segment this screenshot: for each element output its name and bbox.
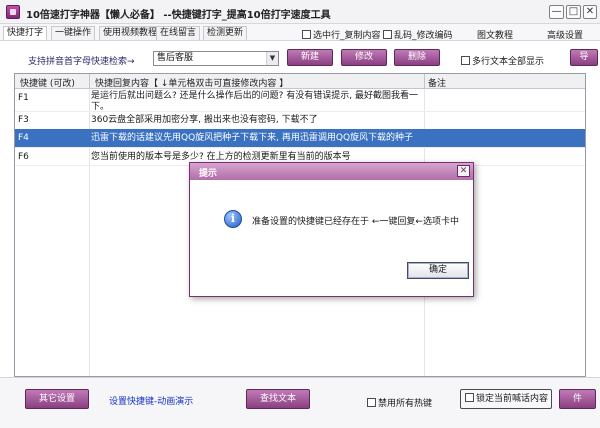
tab-video-tutorial[interactable]: 使用视频教程 <box>99 26 162 40</box>
copy-selected-label: 选中行_复制内容 <box>313 31 381 41</box>
table-header: 快捷键 (可改) 快捷回复内容【 ↓单元格双击可直接修改内容 】 备注 <box>15 74 585 89</box>
checkbox-box[interactable] <box>302 30 311 39</box>
column-divider[interactable] <box>424 74 425 89</box>
column-header-content[interactable]: 快捷回复内容【 ↓单元格双击可直接修改内容 】 <box>95 76 288 89</box>
dialog-close-button[interactable]: ✕ <box>457 165 470 177</box>
row-key[interactable]: F3 <box>18 115 29 125</box>
other-settings-button[interactable]: 其它设置 <box>25 389 89 409</box>
minimize-button[interactable]: — <box>549 5 564 19</box>
hotkey-demo-link[interactable]: 设置快捷键-动画演示 <box>109 394 193 407</box>
category-dropdown[interactable]: 售后客服 ▼ <box>153 51 279 66</box>
copy-selected-checkbox[interactable]: 选中行_复制内容 <box>302 28 381 41</box>
fix-garbled-checkbox[interactable]: 乱码_修改编码 <box>383 28 453 41</box>
file-button[interactable]: 件 <box>559 389 596 409</box>
fix-garbled-label: 乱码_修改编码 <box>394 31 453 41</box>
tab-one-click[interactable]: 一键操作 <box>51 26 96 40</box>
search-hint-label: 支持拼音首字母快速检索→ <box>28 57 135 67</box>
new-button[interactable]: 新建 <box>287 49 333 66</box>
row-content[interactable]: 迅雷下载的话建议先用QQ旋风把种子下载下来, 再用迅雷调用QQ旋风下载的种子 <box>91 133 426 144</box>
maximize-button[interactable]: □ <box>566 5 581 19</box>
column-header-note[interactable]: 备注 <box>428 76 446 89</box>
disable-hotkeys-label: 禁用所有热键 <box>378 399 433 409</box>
category-dropdown-value: 售后客服 <box>157 53 194 63</box>
tab-online-message[interactable]: 在线留言 <box>156 26 201 40</box>
column-header-key[interactable]: 快捷键 (可改) <box>20 76 75 89</box>
chevron-down-icon[interactable]: ▼ <box>266 52 278 65</box>
table-row-selected[interactable]: F4 迅雷下载的话建议先用QQ旋风把种子下载下来, 再用迅雷调用QQ旋风下载的种… <box>15 129 585 147</box>
multiline-display-checkbox[interactable]: 多行文本全部显示 <box>461 54 544 67</box>
table-row[interactable]: F3 360云盘全部采用加密分享, 搬出来也没有密码, 下载不了 <box>15 112 585 129</box>
table-row[interactable]: F1 是运行后就出问题么? 还是什么操作后出的问题? 有没有错误提示, 最好截图… <box>15 90 585 113</box>
row-content[interactable]: 360云盘全部采用加密分享, 搬出来也没有密码, 下载不了 <box>91 115 423 126</box>
disable-hotkeys-checkbox[interactable]: 禁用所有热键 <box>367 396 432 409</box>
ok-button[interactable]: 确定 <box>407 262 469 279</box>
window-title: 10倍速打字神器【懒人必备】 --快捷键打字_提高10倍打字速度工具 <box>26 10 331 21</box>
info-dialog: 提示 ✕ i 准备设置的快捷键已经存在于 ←一键回复←选项卡中 确定 <box>189 162 474 297</box>
checkbox-box[interactable] <box>383 30 392 39</box>
info-icon: i <box>224 210 242 228</box>
import-button[interactable]: 导 <box>570 49 598 66</box>
delete-button[interactable]: 删除 <box>394 49 440 66</box>
dialog-message: 准备设置的快捷键已经存在于 ←一键回复←选项卡中 <box>252 217 459 227</box>
checkbox-box[interactable] <box>465 393 474 402</box>
close-button[interactable]: ✕ <box>583 5 597 19</box>
lock-dialog-checkbox[interactable]: 锁定当前喊话内容 <box>460 389 552 409</box>
title-bar: 10倍速打字神器【懒人必备】 --快捷键打字_提高10倍打字速度工具 — □ ✕ <box>0 0 600 24</box>
dialog-title: 提示 <box>199 169 218 179</box>
row-key[interactable]: F6 <box>18 152 29 162</box>
checkbox-box[interactable] <box>461 56 470 65</box>
column-divider[interactable] <box>89 74 90 89</box>
tutorial-link[interactable]: 图文教程 <box>477 28 513 41</box>
multiline-display-label: 多行文本全部显示 <box>472 57 545 67</box>
advanced-settings-link[interactable]: 高级设置 <box>547 28 583 41</box>
row-key[interactable]: F4 <box>18 133 29 143</box>
checkbox-box[interactable] <box>367 398 376 407</box>
app-icon <box>6 5 20 19</box>
tab-bar: 快捷打字 一键操作 使用视频教程 在线留言 检测更新 选中行_复制内容 乱码_修… <box>0 24 600 41</box>
tab-quick-typing[interactable]: 快捷打字 <box>3 26 48 40</box>
find-text-button[interactable]: 查找文本 <box>246 389 310 409</box>
row-content[interactable]: 是运行后就出问题么? 还是什么操作后出的问题? 有没有错误提示, 最好截图我看一… <box>91 91 423 113</box>
dialog-title-bar[interactable]: 提示 ✕ <box>190 163 473 180</box>
lock-dialog-label: 锁定当前喊话内容 <box>476 394 549 404</box>
edit-button[interactable]: 修改 <box>341 49 387 66</box>
tab-check-update[interactable]: 检测更新 <box>203 26 248 40</box>
row-key[interactable]: F1 <box>18 93 29 103</box>
